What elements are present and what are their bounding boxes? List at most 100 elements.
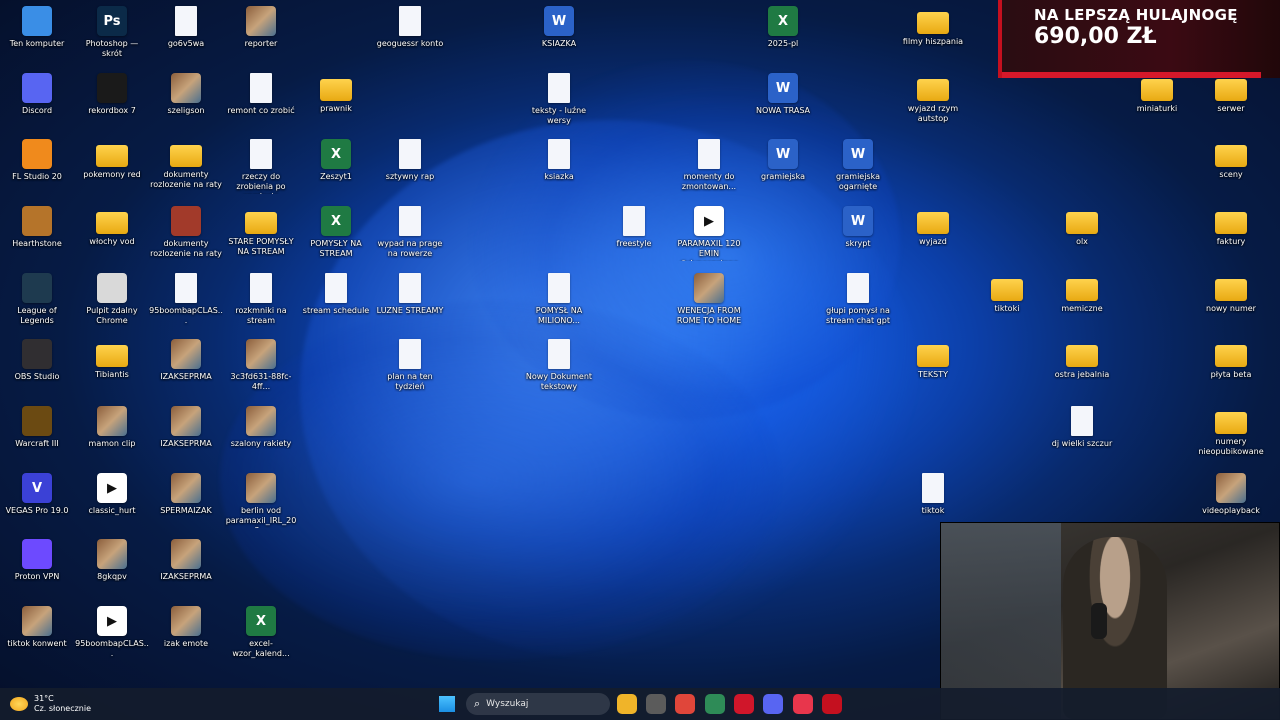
desktop-icon[interactable]: IZAKSEPRMA: [149, 402, 223, 449]
desktop-icon[interactable]: sztywny rap: [373, 135, 447, 182]
pic-icon: [246, 473, 276, 503]
desktop-icon[interactable]: tiktok: [896, 469, 970, 516]
desktop-icon[interactable]: rzeczy do zrobienia po wypłacie: [224, 135, 298, 194]
desktop-icon[interactable]: ▶ PARAMAXIL 120 EMIN @dvpaszatana: [672, 202, 746, 261]
weather-widget[interactable]: 31°C Cz. słonecznie: [10, 692, 91, 716]
desktop-icon[interactable]: dokumenty rozlozenie na raty: [149, 135, 223, 190]
desktop-icon[interactable]: głupi pomysł na stream chat gpt: [821, 269, 895, 326]
pic-icon: [246, 406, 276, 436]
desktop-icon[interactable]: szeligson: [149, 69, 223, 116]
microphone: [1091, 603, 1107, 639]
desktop-icon[interactable]: ▶ classic_hurt: [75, 469, 149, 516]
desktop-icon[interactable]: LUZNE STREAMY: [373, 269, 447, 316]
desktop-icon[interactable]: Wgramiejska ogarnięte: [821, 135, 895, 192]
settings-app-icon[interactable]: [646, 694, 666, 714]
desktop-icon[interactable]: reporter: [224, 2, 298, 49]
desktop-icon[interactable]: wyjazd rzym autstop: [896, 69, 970, 124]
folder-icon: [1215, 345, 1247, 367]
desktop-icon[interactable]: rozkmniki na stream: [224, 269, 298, 326]
desktop-icon[interactable]: 3c3fd631-88fc-4ff...: [224, 335, 298, 392]
desktop-icon[interactable]: Pulpit zdalny Chrome: [75, 269, 149, 326]
chrome-icon[interactable]: [675, 694, 695, 714]
desktop-icon[interactable]: Hearthstone: [0, 202, 74, 249]
desktop-icon[interactable]: IZAKSEPRMA: [149, 335, 223, 382]
desktop-icon[interactable]: 8gkqpv: [75, 535, 149, 582]
word-icon: W: [544, 6, 574, 36]
desktop-icon[interactable]: prawnik: [299, 69, 373, 114]
desktop-icon[interactable]: geoguessr konto: [373, 2, 447, 49]
desktop-icon[interactable]: momenty do zmontowan...: [672, 135, 746, 192]
chrome-dev-icon[interactable]: [705, 694, 725, 714]
desktop-icon[interactable]: TEKSTY: [896, 335, 970, 380]
app-icon[interactable]: [822, 694, 842, 714]
desktop-icon[interactable]: ▶ 95boombapCLAS...: [75, 602, 149, 659]
desktop-icon[interactable]: mamon clip: [75, 402, 149, 449]
desktop-icon[interactable]: FL Studio 20: [0, 135, 74, 182]
desktop-icon[interactable]: V VEGAS Pro 19.0: [0, 469, 74, 516]
desktop-icon-label: teksty - luźne wersy: [531, 106, 587, 125]
doc-icon: [623, 206, 645, 236]
desktop-icon[interactable]: IZAKSEPRMA: [149, 535, 223, 582]
desktop-icon[interactable]: nowy numer: [1194, 269, 1268, 314]
desktop-icon[interactable]: POMYSŁ NA MILIONO...: [522, 269, 596, 326]
desktop-icon[interactable]: ksiazka: [522, 135, 596, 182]
desktop-icon[interactable]: X 2025-pl: [746, 2, 820, 49]
desktop-icon[interactable]: ostra jebalnia: [1045, 335, 1119, 380]
desktop-icon[interactable]: WENECJA FROM ROME TO HOME ...: [672, 269, 746, 328]
red-app-icon[interactable]: [793, 694, 813, 714]
desktop-icon[interactable]: faktury: [1194, 202, 1268, 247]
desktop-icon[interactable]: Proton VPN: [0, 535, 74, 582]
desktop-icon[interactable]: League of Legends: [0, 269, 74, 326]
desktop-icon[interactable]: olx: [1045, 202, 1119, 247]
desktop-icon[interactable]: szalony rakiety: [224, 402, 298, 449]
desktop-icon[interactable]: Tibiantis: [75, 335, 149, 380]
desktop-icon[interactable]: rekordbox 7: [75, 69, 149, 116]
desktop-icon[interactable]: Discord: [0, 69, 74, 116]
desktop-icon[interactable]: berlin vod paramaxil_IRL_202...: [224, 469, 298, 528]
desktop-icon[interactable]: numery nieopubikowane: [1194, 402, 1268, 457]
file-explorer-icon[interactable]: [617, 694, 637, 714]
desktop-icon[interactable]: Ps Photoshop — skrót: [75, 2, 149, 59]
desktop-icon[interactable]: X Zeszyt1: [299, 135, 373, 182]
desktop-icon[interactable]: plan na ten tydzień: [373, 335, 447, 392]
desktop-icon[interactable]: X POMYSŁY NA STREAM: [299, 202, 373, 259]
desktop-icon[interactable]: płyta beta: [1194, 335, 1268, 380]
desktop-icon[interactable]: wyjazd: [896, 202, 970, 247]
desktop-icon[interactable]: dj wielki szczur: [1045, 402, 1119, 449]
desktop-icon[interactable]: OBS Studio: [0, 335, 74, 382]
desktop-icon[interactable]: 95boombapCLAS...: [149, 269, 223, 326]
desktop-icon[interactable]: Warcraft III: [0, 402, 74, 449]
discord-icon[interactable]: [763, 694, 783, 714]
desktop-icon[interactable]: STARE POMYSŁY NA STREAM: [224, 202, 298, 257]
desktop-icon[interactable]: tiktoki: [970, 269, 1044, 314]
desktop-icon[interactable]: wypad na prage na rowerze: [373, 202, 447, 259]
opera-icon[interactable]: [734, 694, 754, 714]
desktop-icon[interactable]: sceny: [1194, 135, 1268, 180]
start-button[interactable]: [439, 696, 455, 712]
desktop-icon[interactable]: stream schedule: [299, 269, 373, 316]
desktop-icon[interactable]: freestyle: [597, 202, 671, 249]
desktop-icon[interactable]: dokumenty rozlozenie na raty: [149, 202, 223, 259]
doc-icon: [250, 139, 272, 169]
desktop-icon[interactable]: izak emote: [149, 602, 223, 649]
desktop-icon[interactable]: W NOWA TRASA: [746, 69, 820, 116]
desktop-icon[interactable]: włochy vod: [75, 202, 149, 247]
desktop-icon-label: 3c3fd631-88fc-4ff...: [230, 372, 292, 391]
desktop-icon[interactable]: pokemony red: [75, 135, 149, 180]
taskbar-search[interactable]: ⌕ Wyszukaj: [466, 693, 610, 715]
desktop-icon[interactable]: filmy hiszpania: [896, 2, 970, 47]
desktop-icon[interactable]: Wgramiejska: [746, 135, 820, 182]
desktop-icon[interactable]: teksty - luźne wersy: [522, 69, 596, 126]
desktop-icon[interactable]: Ten komputer: [0, 2, 74, 49]
desktop-icon[interactable]: SPERMAIZAK: [149, 469, 223, 516]
desktop-icon[interactable]: tiktok konwent: [0, 602, 74, 649]
desktop-icon[interactable]: Nowy Dokument tekstowy: [522, 335, 596, 392]
desktop-icon-label: ksiazka: [544, 172, 574, 181]
desktop-icon[interactable]: memiczne: [1045, 269, 1119, 314]
desktop-icon[interactable]: Wskrypt: [821, 202, 895, 249]
desktop-icon[interactable]: Xexcel-wzor_kalend...: [224, 602, 298, 659]
desktop-icon[interactable]: videoplayback: [1194, 469, 1268, 516]
desktop-icon[interactable]: remont co zrobić: [224, 69, 298, 116]
desktop-icon[interactable]: W KSIAZKA: [522, 2, 596, 49]
desktop-icon[interactable]: go6v5wa: [149, 2, 223, 49]
